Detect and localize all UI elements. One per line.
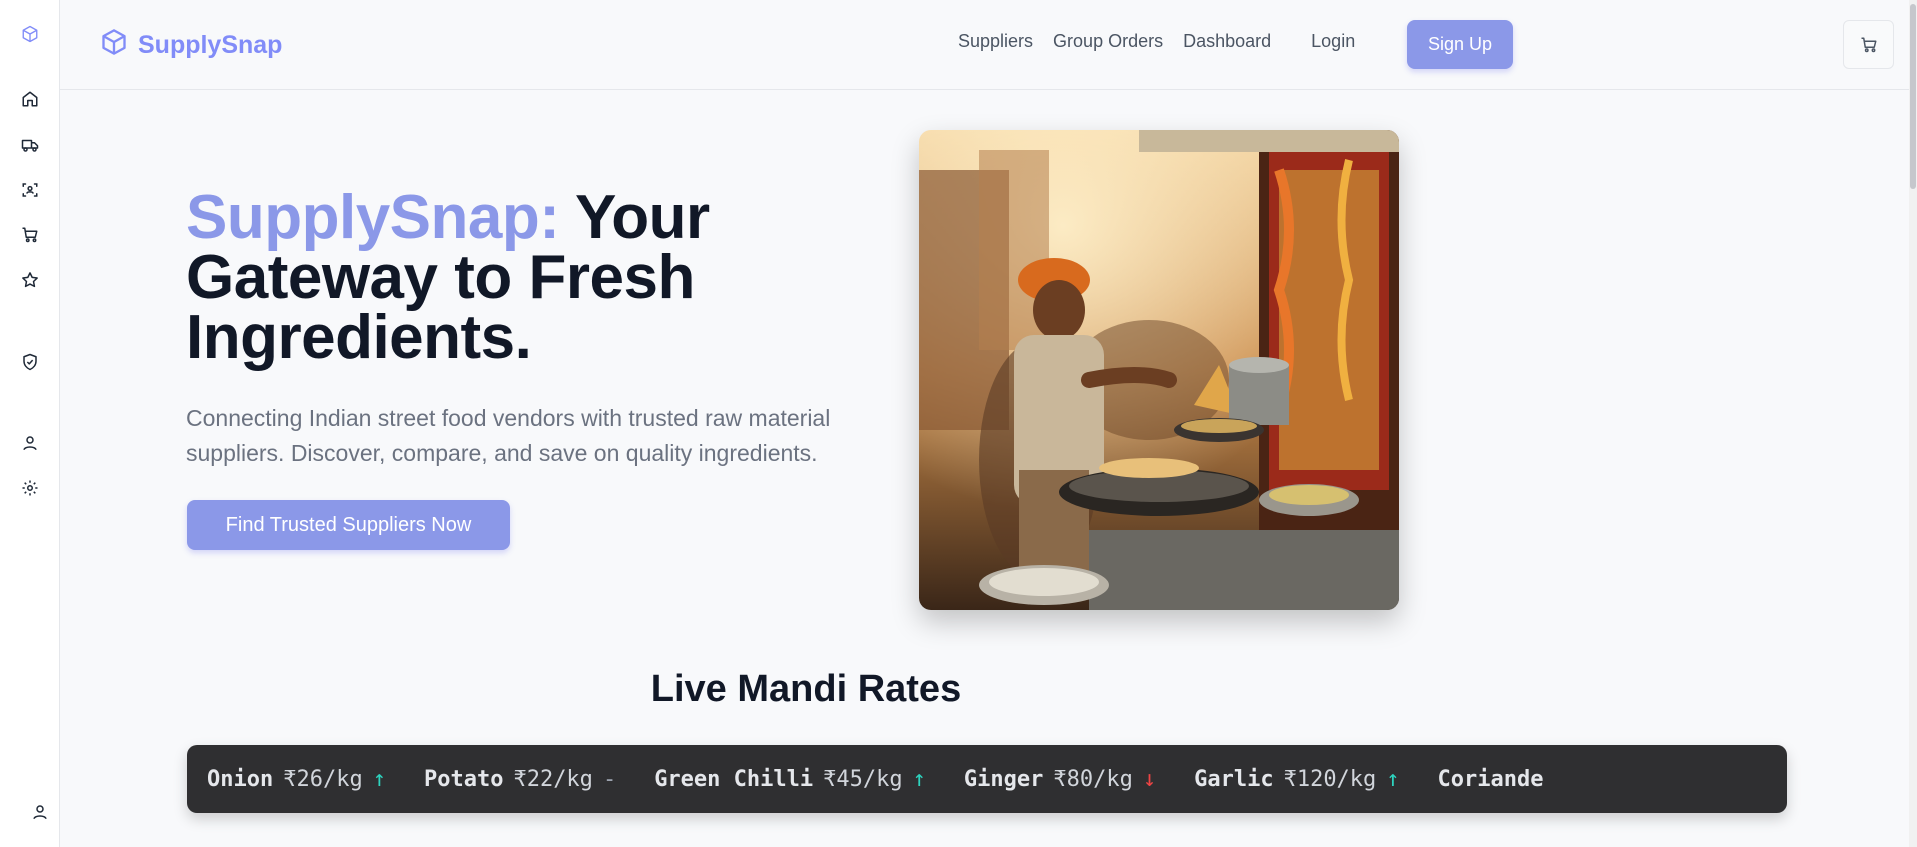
truck-icon[interactable] [15,130,45,160]
nav-dashboard[interactable]: Dashboard [1183,31,1271,52]
hero-image [919,130,1399,610]
ticker-item-name: Garlic [1194,766,1274,792]
arrow-down-icon: ↓ [1142,766,1157,792]
ticker-item-name: Potato [423,766,504,792]
gear-icon[interactable] [15,473,45,503]
hero-title: SupplySnap: Your Gateway to Fresh Ingred… [186,187,806,369]
scan-users-icon[interactable] [15,175,45,205]
ticker-item-price: ₹120/kg [1283,766,1377,792]
ticker-item: Garlic ₹120/kg ↑ [1194,767,1399,792]
home-icon[interactable] [15,84,45,114]
mandi-title: Live Mandi Rates [650,668,962,710]
arrow-up-icon: ↑ [1386,766,1400,792]
sidebar-rail [0,0,60,847]
ticker-item-name: Ginger [963,766,1044,792]
ticker-item: Ginger ₹80/kg ↓ [964,767,1156,792]
ticker-item-price: ₹26/kg [283,766,363,792]
page-scrollbar[interactable] [1909,0,1917,847]
signup-button[interactable]: Sign Up [1407,20,1513,69]
brand-name: SupplySnap [138,30,283,59]
arrow-up-icon: ↑ [372,766,386,792]
user-icon[interactable] [15,428,45,458]
top-header: SupplySnap Suppliers Group Orders Dashbo… [60,0,1917,90]
ticker-item: Onion ₹26/kg ↑ [207,767,386,792]
arrow-up-icon: ↑ [912,766,926,792]
hero-subtitle: Connecting Indian street food vendors wi… [186,405,831,466]
nav-suppliers[interactable]: Suppliers [958,31,1033,52]
box-logo-icon[interactable] [15,19,45,49]
mandi-ticker: Onion ₹26/kg ↑ Potato ₹22/kg - Green Chilli ₹45… [187,745,1787,813]
login-link[interactable]: Login [1311,31,1355,52]
cart-icon [1860,36,1878,54]
header-cart-button[interactable] [1843,20,1894,69]
street-food-vendor-image [919,130,1399,610]
box-logo-icon [100,28,128,63]
dash-icon: - [602,766,617,792]
ticker-item-price: ₹80/kg [1053,766,1133,792]
ticker-item-price: ₹45/kg [823,766,903,792]
scrollbar-thumb[interactable] [1910,4,1916,189]
ticker-item-name: Green Chilli [654,766,814,792]
ticker-item: Green Chilli ₹45/kg ↑ [654,767,926,792]
brand-logo[interactable]: SupplySnap [100,28,282,62]
ticker-track: Onion ₹26/kg ↑ Potato ₹22/kg - Green Chilli ₹45… [187,767,1582,792]
ticker-item: Potato ₹22/kg - [424,767,616,792]
find-suppliers-button[interactable]: Find Trusted Suppliers Now [187,500,510,550]
cart-icon[interactable] [15,220,45,250]
ticker-item-price: ₹22/kg [513,766,593,792]
main-nav: Suppliers Group Orders Dashboard Login [958,31,1355,52]
account-icon[interactable] [25,797,55,827]
ticker-item-name: Onion [207,766,274,792]
nav-group-orders[interactable]: Group Orders [1053,31,1163,52]
ticker-item-name: Coriande [1437,766,1544,792]
ticker-item: Coriande [1438,767,1544,792]
star-icon[interactable] [15,265,45,295]
hero-title-accent: SupplySnap: [186,183,560,252]
shield-check-icon[interactable] [15,347,45,377]
